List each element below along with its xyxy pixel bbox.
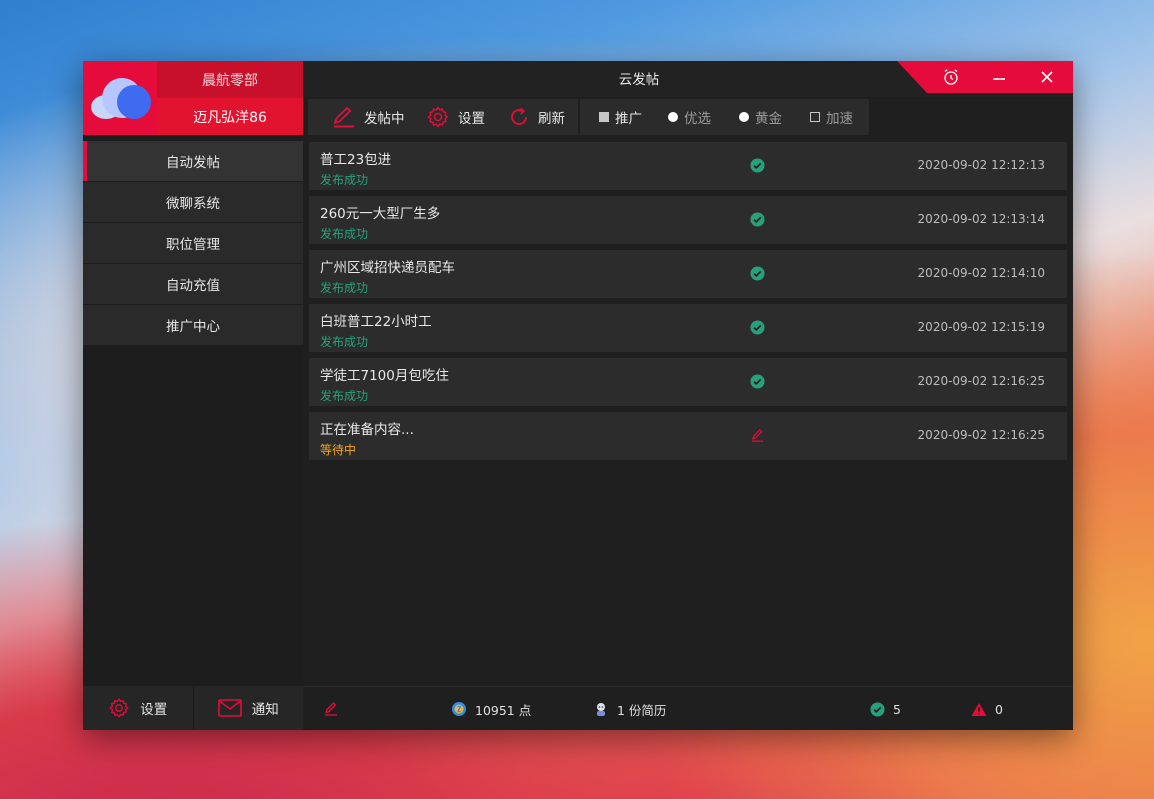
sidebar-nav: 自动发帖 微聊系统 职位管理 自动充值 推广中心 <box>83 141 303 346</box>
post-status: 发布成功 <box>320 173 369 187</box>
option-gold-label: 黄金 <box>755 111 782 127</box>
cloud-logo-icon <box>91 78 151 119</box>
edit-icon <box>324 702 337 716</box>
status-bar: 10951 点 1 份简历 5 0 <box>303 686 1073 730</box>
sidebar-settings-label: 设置 <box>140 702 168 718</box>
option-preferred[interactable]: 优选 <box>668 99 711 135</box>
post-status: 等待中 <box>320 443 357 457</box>
warning-count: 0 <box>995 701 1003 717</box>
post-title: 普工23包进 <box>320 152 392 168</box>
settings-label: 设置 <box>458 111 485 127</box>
option-accelerate-label: 加速 <box>826 111 853 127</box>
option-promote[interactable]: 推广 <box>599 99 642 135</box>
toolbar-divider <box>578 99 580 135</box>
sidebar-item-auto-post[interactable]: 自动发帖 <box>83 141 303 181</box>
post-row[interactable]: 260元一大型厂生多 发布成功 2020-09-02 12:13:14 <box>309 196 1067 244</box>
radio-dot-icon <box>668 112 678 122</box>
post-title: 广州区域招快递员配车 <box>320 260 455 276</box>
resumes-indicator: 1 份简历 <box>593 687 666 730</box>
main-panel: 云发帖 发帖中 设置 刷新 推广 优选 黄金 加速 普工23包进 发布成功 20… <box>303 61 1073 730</box>
resumes-value: 1 份简历 <box>617 702 667 718</box>
checkbox-unchecked-icon <box>810 112 820 122</box>
check-circle-icon <box>870 701 885 717</box>
coin-icon <box>452 702 466 716</box>
mail-icon <box>217 699 242 717</box>
post-title: 正在准备内容... <box>320 422 414 438</box>
post-time: 2020-09-02 12:14:10 <box>917 266 1045 280</box>
title-bar[interactable]: 云发帖 <box>303 61 1073 97</box>
post-row[interactable]: 学徒工7100月包吃住 发布成功 2020-09-02 12:16:25 <box>309 358 1067 406</box>
sidebar-footer: 设置 通知 <box>83 686 303 730</box>
person-icon <box>597 703 605 716</box>
account-name-secondary[interactable]: 迈凡弘洋86 <box>157 98 303 135</box>
post-status: 发布成功 <box>320 389 369 403</box>
check-circle-icon <box>750 374 765 389</box>
post-title: 260元一大型厂生多 <box>320 206 441 222</box>
sidebar-item-job-management[interactable]: 职位管理 <box>83 223 303 263</box>
refresh-label: 刷新 <box>538 111 565 127</box>
gear-icon <box>427 106 449 128</box>
post-time: 2020-09-02 12:16:25 <box>917 428 1045 442</box>
radio-dot-icon <box>739 112 749 122</box>
warning-count-indicator: 0 <box>971 687 1003 730</box>
points-indicator: 10951 点 <box>451 687 531 730</box>
post-title: 学徒工7100月包吃住 <box>320 368 449 384</box>
sidebar-item-promotion-center[interactable]: 推广中心 <box>83 305 303 345</box>
refresh-icon <box>511 107 527 125</box>
points-value: 10951 点 <box>475 702 532 718</box>
sidebar-notify-button[interactable]: 通知 <box>192 686 304 730</box>
post-time: 2020-09-02 12:13:14 <box>917 212 1045 226</box>
alarm-button[interactable] <box>940 66 962 88</box>
check-circle-icon <box>750 266 765 281</box>
app-logo <box>83 61 157 135</box>
gear-icon <box>109 698 129 718</box>
post-list: 普工23包进 发布成功 2020-09-02 12:12:13 260元一大型厂… <box>309 142 1067 466</box>
success-count-indicator: 5 <box>870 687 901 730</box>
settings-button[interactable]: 设置 <box>426 99 485 135</box>
sidebar: 晨航零部 迈凡弘洋86 自动发帖 微聊系统 职位管理 自动充值 推广中心 设置 <box>83 61 303 730</box>
check-circle-icon <box>750 320 765 335</box>
alarm-clock-icon <box>944 69 958 85</box>
check-circle-icon <box>750 158 765 173</box>
option-gold[interactable]: 黄金 <box>739 99 782 135</box>
post-time: 2020-09-02 12:16:25 <box>917 374 1045 388</box>
posting-button[interactable]: 发帖中 <box>332 99 405 135</box>
post-status: 发布成功 <box>320 281 369 295</box>
refresh-button[interactable]: 刷新 <box>508 99 565 135</box>
window-controls <box>897 61 1073 93</box>
app-window: 晨航零部 迈凡弘洋86 自动发帖 微聊系统 职位管理 自动充值 推广中心 设置 <box>83 61 1073 730</box>
close-icon <box>1041 71 1053 83</box>
option-accelerate[interactable]: 加速 <box>810 99 853 135</box>
post-time: 2020-09-02 12:12:13 <box>917 158 1045 172</box>
close-button[interactable] <box>1036 66 1058 88</box>
option-preferred-label: 优选 <box>684 111 711 127</box>
post-row[interactable]: 正在准备内容... 等待中 2020-09-02 12:16:25 <box>309 412 1067 460</box>
post-row[interactable]: 普工23包进 发布成功 2020-09-02 12:12:13 <box>309 142 1067 190</box>
minimize-icon <box>993 78 1005 80</box>
sidebar-item-chat-system[interactable]: 微聊系统 <box>83 182 303 222</box>
sidebar-item-auto-recharge[interactable]: 自动充值 <box>83 264 303 304</box>
window-title: 云发帖 <box>618 72 660 88</box>
warning-triangle-icon <box>971 702 987 716</box>
posting-label: 发帖中 <box>364 111 405 127</box>
toolbar: 发帖中 设置 刷新 推广 优选 黄金 加速 <box>308 99 869 135</box>
checkbox-checked-icon <box>599 112 609 122</box>
post-time: 2020-09-02 12:15:19 <box>917 320 1045 334</box>
status-edit-button[interactable] <box>323 687 339 730</box>
sidebar-settings-button[interactable]: 设置 <box>83 686 193 730</box>
pencil-icon <box>333 106 354 128</box>
minimize-button[interactable] <box>988 66 1010 88</box>
post-row[interactable]: 广州区域招快递员配车 发布成功 2020-09-02 12:14:10 <box>309 250 1067 298</box>
option-promote-label: 推广 <box>615 111 642 127</box>
post-status: 发布成功 <box>320 335 369 349</box>
account-name-primary[interactable]: 晨航零部 <box>157 61 303 98</box>
post-row[interactable]: 白班普工22小时工 发布成功 2020-09-02 12:15:19 <box>309 304 1067 352</box>
edit-icon <box>751 429 764 442</box>
success-count: 5 <box>893 701 901 717</box>
post-title: 白班普工22小时工 <box>320 314 432 330</box>
post-status: 发布成功 <box>320 227 369 241</box>
sidebar-notify-label: 通知 <box>251 702 279 718</box>
check-circle-icon <box>750 212 765 227</box>
